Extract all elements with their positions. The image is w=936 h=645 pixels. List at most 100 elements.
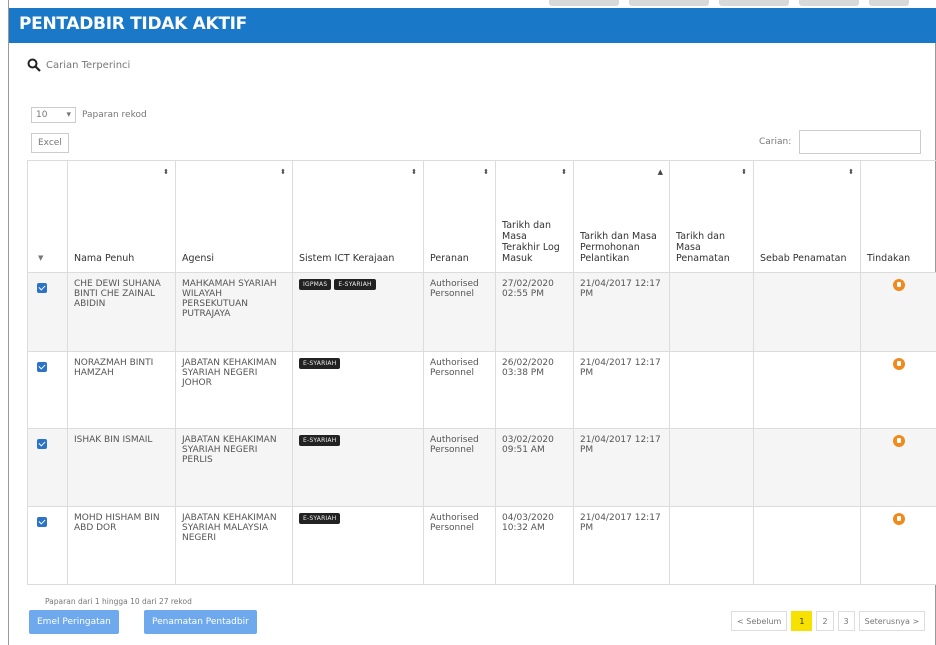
cell-nama: NORAZMAH BINTI HAMZAH — [67, 351, 176, 429]
cell-mohon: 21/04/2017 12:17 PM — [573, 272, 670, 352]
advanced-search-link[interactable]: Carian Terperinci — [27, 58, 130, 72]
column-header-tamat[interactable]: ⬍ Tarikh dan Masa Penamatan — [669, 160, 754, 273]
cell-sebab — [753, 428, 861, 507]
sort-icon: ⬍ — [280, 168, 286, 176]
page-size-value: 10 — [36, 110, 48, 120]
page-frame: PENTADBIR TIDAK AKTIF Carian Terperinci … — [8, 0, 936, 645]
sort-icon: ⬍ — [561, 168, 567, 176]
page-size-control: 10 ▾ Paparan rekod — [31, 107, 147, 123]
page-size-select[interactable]: 10 ▾ — [31, 107, 76, 123]
cell-mohon: 21/04/2017 12:17 PM — [573, 506, 670, 585]
cell-tindakan — [860, 428, 936, 507]
row-checkbox[interactable] — [37, 517, 47, 527]
page-title: PENTADBIR TIDAK AKTIF — [19, 14, 247, 34]
cell-mohon: 21/04/2017 12:17 PM — [573, 351, 670, 429]
system-badge: E-SYARIAH — [299, 358, 341, 369]
advanced-search-label: Carian Terperinci — [46, 59, 131, 71]
sort-icon: ⬍ — [848, 168, 854, 176]
page-size-label: Paparan rekod — [82, 110, 147, 120]
cell-sistem: E-SYARIAH — [292, 428, 424, 507]
sort-icon: ⬍ — [483, 168, 489, 176]
column-header-peranan[interactable]: ⬍ Peranan — [423, 160, 496, 273]
email-reminder-button[interactable]: Emel Peringatan — [29, 610, 119, 634]
page-header: PENTADBIR TIDAK AKTIF — [9, 8, 936, 43]
row-checkbox-cell — [27, 272, 68, 352]
cell-sebab — [753, 272, 861, 352]
row-checkbox-cell — [27, 351, 68, 429]
row-checkbox[interactable] — [37, 439, 47, 449]
cell-log: 26/02/2020 03:38 PM — [495, 351, 574, 429]
cell-sebab — [753, 506, 861, 585]
column-header-mohon[interactable]: ▲ Tarikh dan Masa Permohonan Pelantikan — [573, 160, 670, 273]
row-checkbox-cell — [27, 506, 68, 585]
cell-agensi: JABATAN KEHAKIMAN SYARIAH NEGERI PERLIS — [175, 428, 293, 507]
pager-prev[interactable]: < Sebelum — [731, 611, 788, 631]
cell-tamat — [669, 428, 754, 507]
cell-log: 03/02/2020 09:51 AM — [495, 428, 574, 507]
row-checkbox-cell — [27, 428, 68, 507]
table-row: NORAZMAH BINTI HAMZAH JABATAN KEHAKIMAN … — [27, 351, 936, 429]
action-icon[interactable] — [893, 513, 905, 525]
table-row: CHE DEWI SUHANA BINTI CHE ZAINAL ABIDIN … — [27, 272, 936, 352]
cell-tamat — [669, 506, 754, 585]
action-icon[interactable] — [893, 358, 905, 370]
cell-nama: CHE DEWI SUHANA BINTI CHE ZAINAL ABIDIN — [67, 272, 176, 352]
column-header-log[interactable]: ⬍ Tarikh dan Masa Terakhir Log Masuk — [495, 160, 574, 273]
table-header-row: ▼ ⬍ Nama Penuh ⬍ Agensi ⬍ Sistem ICT Keraja… — [27, 160, 936, 273]
cell-tamat — [669, 272, 754, 352]
column-header-sebab[interactable]: ⬍ Sebab Penamatan — [753, 160, 861, 273]
action-icon[interactable] — [893, 279, 905, 291]
terminate-admin-button[interactable]: Penamatan Pentadbir — [144, 610, 257, 634]
cell-sistem: E-SYARIAH — [292, 351, 424, 429]
action-icon[interactable] — [893, 435, 905, 447]
cell-log: 04/03/2020 10:32 AM — [495, 506, 574, 585]
column-header-nama[interactable]: ⬍ Nama Penuh — [67, 160, 176, 273]
cell-sebab — [753, 351, 861, 429]
cell-sistem: IGPMAS E-SYARIAH — [292, 272, 424, 352]
cell-peranan: Authorised Personnel — [423, 428, 496, 507]
system-badge: E-SYARIAH — [299, 435, 341, 446]
sort-desc-icon: ▲ — [657, 168, 663, 176]
cell-tindakan — [860, 272, 936, 352]
cell-nama: ISHAK BIN ISMAIL — [67, 428, 176, 507]
row-checkbox[interactable] — [37, 362, 47, 372]
cell-peranan: Authorised Personnel — [423, 506, 496, 585]
system-badge: E-SYARIAH — [334, 279, 376, 290]
pager-next[interactable]: Seterusnya > — [858, 611, 926, 631]
pager-page-3[interactable]: 3 — [837, 611, 855, 631]
column-header-tindakan: Tindakan — [860, 160, 936, 273]
chevron-down-icon: ▾ — [66, 110, 71, 120]
table-search: Carian: — [759, 130, 922, 154]
column-header-sistem[interactable]: ⬍ Sistem ICT Kerajaan — [292, 160, 424, 273]
cell-agensi: MAHKAMAH SYARIAH WILAYAH PERSEKUTUAN PUT… — [175, 272, 293, 352]
admin-table: ▼ ⬍ Nama Penuh ⬍ Agensi ⬍ Sistem ICT Keraja… — [27, 160, 936, 585]
cell-peranan: Authorised Personnel — [423, 272, 496, 352]
table-search-input[interactable] — [799, 130, 922, 154]
cell-tamat — [669, 351, 754, 429]
sort-icon: ⬍ — [163, 168, 169, 176]
sort-icon: ⬍ — [411, 168, 417, 176]
excel-button[interactable]: Excel — [31, 133, 69, 153]
table-info-text: Paparan dari 1 hingga 10 dari 27 rekod — [45, 597, 192, 606]
cell-mohon: 21/04/2017 12:17 PM — [573, 428, 670, 507]
pagination: < Sebelum 1 2 3 Seterusnya > — [731, 611, 926, 631]
cell-sistem: E-SYARIAH — [292, 506, 424, 585]
sort-icon: ▼ — [38, 254, 44, 262]
pager-page-1[interactable]: 1 — [791, 611, 813, 631]
cell-agensi: JABATAN KEHAKIMAN SYARIAH MALAYSIA NEGER… — [175, 506, 293, 585]
cell-agensi: JABATAN KEHAKIMAN SYARIAH NEGERI JOHOR — [175, 351, 293, 429]
column-header-agensi[interactable]: ⬍ Agensi — [175, 160, 293, 273]
table-row: MOHD HISHAM BIN ABD DOR JABATAN KEHAKIMA… — [27, 506, 936, 585]
search-icon — [27, 58, 41, 72]
table-search-label: Carian: — [759, 137, 792, 147]
cell-peranan: Authorised Personnel — [423, 351, 496, 429]
pager-page-2[interactable]: 2 — [816, 611, 834, 631]
row-checkbox[interactable] — [37, 283, 47, 293]
cell-tindakan — [860, 351, 936, 429]
browser-tab-strip — [9, 0, 936, 8]
sort-icon: ⬍ — [741, 168, 747, 176]
cell-nama: MOHD HISHAM BIN ABD DOR — [67, 506, 176, 585]
system-badge: IGPMAS — [299, 279, 332, 290]
cell-tindakan — [860, 506, 936, 585]
select-all-header[interactable]: ▼ — [27, 160, 68, 273]
